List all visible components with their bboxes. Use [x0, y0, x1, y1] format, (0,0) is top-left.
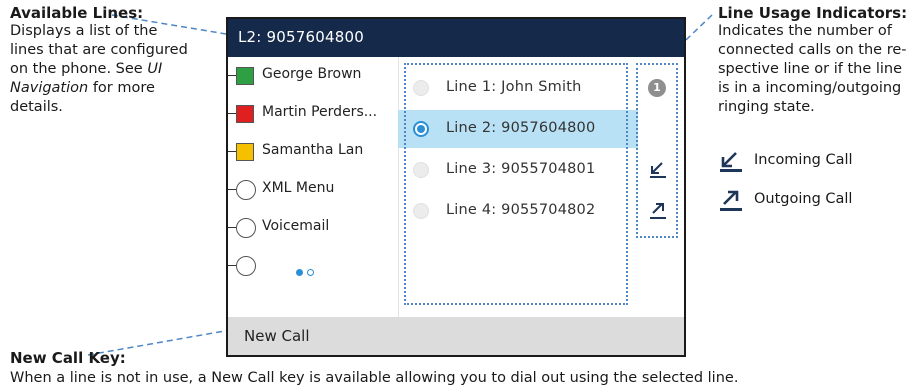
ui-navigation-link-cont: Navigation	[10, 80, 89, 96]
key-xml-menu[interactable]: XML Menu	[228, 171, 398, 209]
line-usage-title: Line Usage Indicators:	[718, 4, 908, 22]
key-circle-icon	[236, 218, 256, 238]
header-bar: L2: 9057604800	[228, 19, 684, 57]
incoming-call-icon	[720, 152, 742, 172]
key-circle-icon	[236, 256, 256, 276]
new-call-softkey[interactable]: New Call	[244, 327, 310, 345]
line-1-call-count: 1	[648, 79, 668, 99]
status-square-green	[236, 67, 254, 85]
key-label: George Brown	[262, 66, 362, 82]
outgoing-call-icon	[650, 203, 666, 219]
page-indicator[interactable]	[296, 261, 318, 280]
available-lines-title: Available Lines:	[10, 4, 144, 22]
programmable-keys-column: George Brown Martin Perders... Samantha …	[228, 57, 399, 319]
incoming-call-icon	[650, 162, 666, 178]
key-label: Voicemail	[262, 218, 330, 234]
status-square-yellow	[236, 143, 254, 161]
key-samantha-lan[interactable]: Samantha Lan	[228, 133, 398, 171]
key-label: Martin Perders...	[262, 104, 378, 120]
lines-highlight-box	[404, 63, 628, 305]
line-usage-callout: Line Usage Indicators: Indicates the num…	[718, 4, 918, 117]
key-label: Samantha Lan	[262, 142, 364, 158]
key-label: XML Menu	[262, 180, 335, 196]
key-martin-perders[interactable]: Martin Perders...	[228, 95, 398, 133]
outgoing-call-icon	[720, 190, 742, 211]
key-empty[interactable]	[228, 247, 398, 285]
call-count-badge: 1	[648, 79, 666, 97]
page-dot-inactive	[307, 269, 314, 276]
status-square-red	[236, 105, 254, 123]
phone-screen: L2: 9057604800 George Brown Martin Perde…	[226, 17, 686, 357]
key-voicemail[interactable]: Voicemail	[228, 209, 398, 247]
available-lines-callout: Available Lines: Displays a list of the …	[10, 4, 220, 117]
new-call-key-description: When a line is not in use, a New Call ke…	[10, 370, 739, 386]
header-line-label: L2: 9057604800	[238, 28, 364, 46]
key-george-brown[interactable]: George Brown	[228, 57, 398, 95]
available-lines-description: Displays a list of the lines that are co…	[10, 23, 188, 115]
line-usage-description: Indicates the number of connected calls …	[718, 23, 907, 115]
page-dot-active	[296, 269, 303, 276]
new-call-key-title: New Call Key:	[10, 349, 126, 367]
ui-navigation-link: UI	[147, 61, 163, 77]
key-circle-icon	[236, 180, 256, 200]
softkey-bar: New Call	[228, 317, 684, 355]
